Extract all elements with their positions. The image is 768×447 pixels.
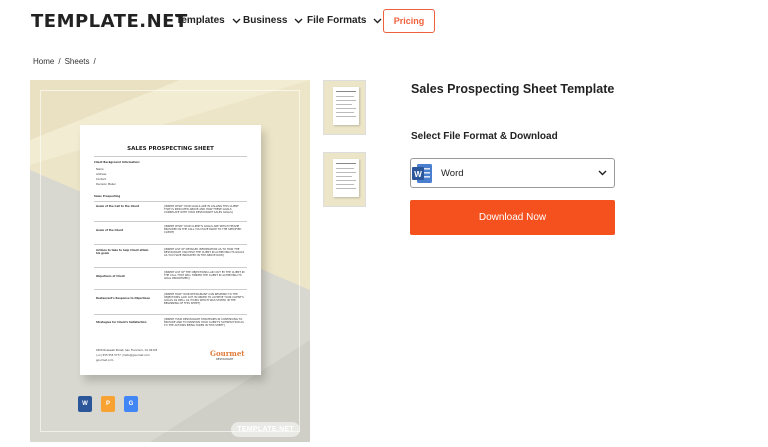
row-label: Restaurant's Response to Objections (96, 297, 150, 300)
divider (94, 201, 247, 202)
word-icon: W (412, 164, 432, 183)
row-label: Goals of the Call to the Client (96, 205, 140, 208)
breadcrumb: Home / Sheets / (33, 57, 96, 66)
field-name: Name (96, 168, 104, 171)
document-title: SALES PROSPECTING SHEET (127, 146, 214, 152)
nav-business[interactable]: Business (243, 15, 303, 26)
download-now-button[interactable]: Download Now (410, 200, 615, 235)
chevron-down-icon (294, 18, 303, 23)
product-title: Sales Prospecting Sheet Template (411, 82, 615, 96)
chevron-down-icon (598, 170, 607, 176)
row-label: Actions to take to help Client attain hi… (96, 249, 149, 256)
thumbnail-page (333, 159, 359, 197)
divider (94, 221, 247, 222)
footer-address: 0456 Rosewell Street, San Francisco, CA … (96, 349, 158, 352)
svg-text:W: W (414, 170, 422, 179)
field-contact: Contact (96, 178, 107, 181)
document-page: SALES PROSPECTING SHEET Client Backgroun… (80, 125, 261, 375)
thumbnail-page (333, 87, 359, 125)
breadcrumb-separator: / (93, 57, 96, 66)
divider (94, 289, 247, 290)
footer-phone: (+1) 555 555 5777 | hello@gourmet.com (96, 354, 150, 357)
row-text: [INSERT LIST OF DETAILED INFORMATION AS … (164, 248, 245, 258)
row-text: [INSERT HOW YOUR RESTAURANT CAN RESPOND … (164, 293, 244, 306)
row-text: [INSERT YOUR RESTAURANT STRATEGIES IN CO… (164, 318, 244, 328)
brand-sub: RESTAURANT (216, 358, 234, 361)
select-format-label: Select File Format & Download (411, 131, 558, 142)
divider (94, 267, 247, 268)
breadcrumb-separator: / (58, 57, 61, 66)
pages-icon: P (101, 396, 115, 412)
pricing-button[interactable]: Pricing (383, 9, 435, 33)
format-icons: W P G (78, 396, 138, 412)
row-text: [INSERT WHAT YOUR GOALS ARE IN CALLING T… (164, 205, 239, 215)
section-heading: Sales Prospecting (94, 195, 121, 198)
breadcrumb-home[interactable]: Home (33, 57, 54, 66)
row-label: Goals of the Client (96, 229, 124, 232)
field-decision-maker: Decision Maker (96, 183, 116, 186)
nav-file-formats[interactable]: File Formats (307, 15, 382, 26)
thumbnail-2[interactable] (323, 152, 366, 207)
chevron-down-icon (373, 18, 382, 23)
footer-web: gourmet.com (96, 359, 114, 362)
site-logo[interactable]: TEMPLATE.NET (31, 11, 188, 32)
nav-business-label: Business (243, 15, 288, 26)
file-format-dropdown[interactable]: W Word (410, 158, 615, 188)
chevron-down-icon (232, 18, 241, 23)
divider (94, 156, 247, 157)
word-icon: W (78, 396, 92, 412)
client-info-heading: Client Background Information: (94, 161, 141, 164)
nav-file-formats-label: File Formats (307, 15, 367, 26)
breadcrumb-sheets[interactable]: Sheets (65, 57, 90, 66)
thumbnail-1[interactable] (323, 80, 366, 135)
nav-templates[interactable]: Templates (176, 15, 241, 26)
row-label: Strategies for Client's Satisfaction (96, 321, 147, 324)
site-header: TEMPLATE.NET Templates Business File For… (0, 0, 768, 44)
google-docs-icon: G (124, 396, 138, 412)
field-address: Address (96, 173, 107, 176)
divider (94, 314, 247, 315)
dropdown-selected-value: Word (441, 168, 464, 179)
brand-logo: Gourmet (210, 349, 245, 358)
watermark: TEMPLATE.NET (231, 422, 300, 437)
row-text: [INSERT WHAT YOUR CLIENT'S GOALS ARE WHI… (164, 225, 242, 235)
template-preview[interactable]: SALES PROSPECTING SHEET Client Backgroun… (30, 80, 310, 442)
divider (94, 244, 247, 245)
row-text: [INSERT LIST OF THE OBJECTIONS LAID OUT … (164, 271, 245, 281)
nav-templates-label: Templates (176, 15, 225, 26)
row-label: Objections of Client (96, 275, 125, 278)
